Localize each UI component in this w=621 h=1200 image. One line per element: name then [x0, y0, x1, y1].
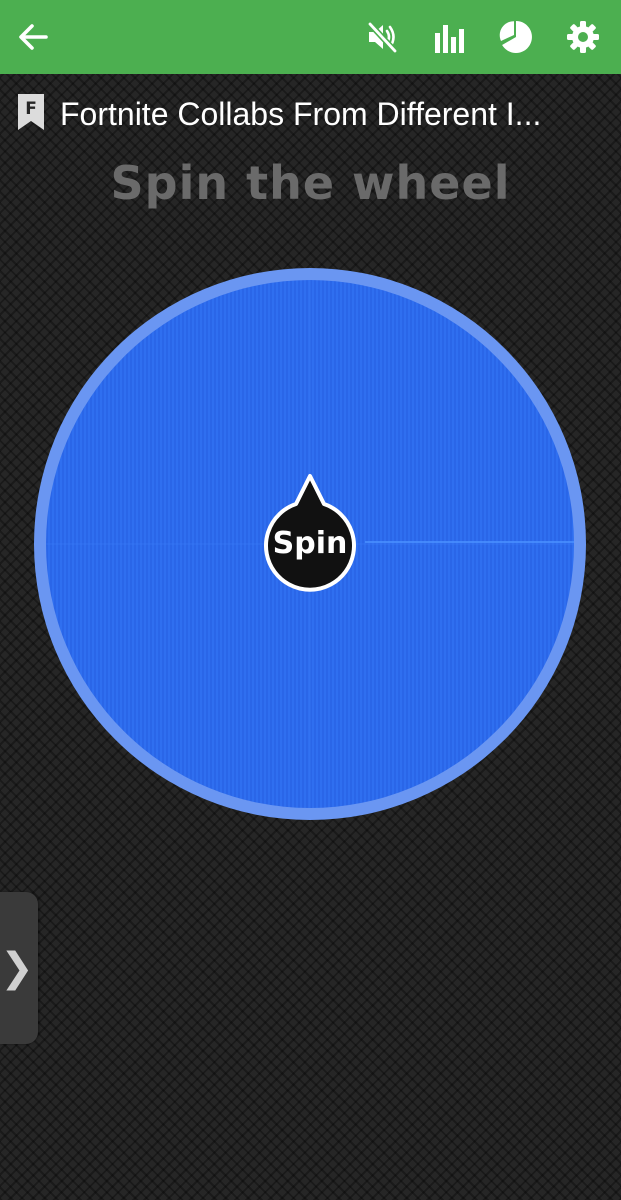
gear-icon[interactable] — [559, 13, 607, 61]
wheel-title: Fortnite Collabs From Different I... — [60, 96, 542, 132]
spin-button-label: Spin — [272, 526, 348, 561]
pie-chart-icon[interactable] — [492, 13, 540, 61]
chevron-right-icon: ❯ — [0, 945, 34, 991]
bookmark-icon[interactable]: F — [16, 92, 46, 132]
wheel-title-row: F Fortnite Collabs From Different I... — [0, 90, 621, 138]
app-toolbar — [0, 0, 621, 74]
bar-chart-icon[interactable] — [425, 13, 473, 61]
sound-muted-icon[interactable] — [358, 13, 406, 61]
spin-heading: Spin the wheel — [110, 156, 511, 210]
side-drawer-tab[interactable]: ❯ — [0, 892, 38, 1044]
back-arrow-icon[interactable] — [9, 13, 57, 61]
bookmark-letter: F — [25, 99, 37, 119]
spin-button[interactable]: Spin — [254, 470, 366, 596]
